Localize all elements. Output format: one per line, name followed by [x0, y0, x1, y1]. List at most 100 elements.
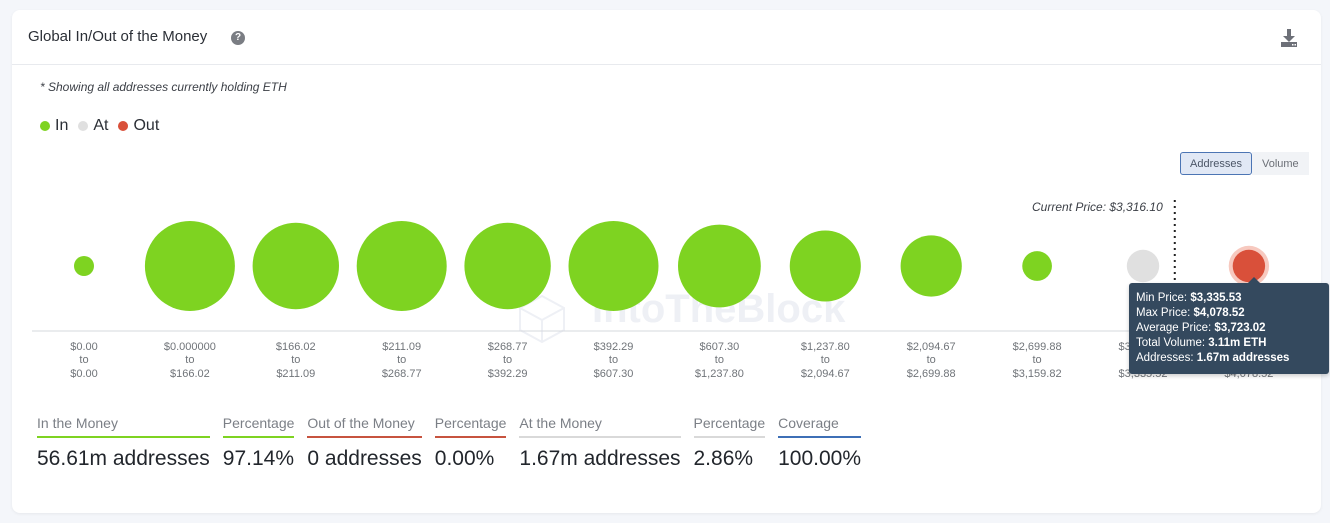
- range-to-word: to: [821, 354, 830, 366]
- bubble-in[interactable]: [74, 256, 94, 276]
- range-from-label: $2,699.88: [1013, 341, 1062, 353]
- holding-note: * Showing all addresses currently holdin…: [40, 80, 287, 94]
- range-to-word: to: [185, 354, 194, 366]
- tooltip-row: Min Price: $3,335.53: [1136, 291, 1322, 306]
- bubble-in[interactable]: [568, 221, 659, 311]
- bubble-in[interactable]: [144, 221, 235, 311]
- question-circle-icon[interactable]: ?: [231, 31, 245, 45]
- bubble-in[interactable]: [1022, 251, 1052, 281]
- bubble-at[interactable]: [1126, 249, 1160, 283]
- tooltip-row: Addresses: 1.67m addresses: [1136, 351, 1322, 366]
- stat-label: Out of the Money: [307, 415, 422, 438]
- download-icon[interactable]: [1280, 28, 1298, 48]
- tooltip-label: Min Price:: [1136, 292, 1191, 304]
- range-to-word: to: [715, 354, 724, 366]
- range-to-word: to: [291, 354, 300, 366]
- range-to-label: $0.00: [70, 368, 98, 380]
- addresses-toggle-button[interactable]: Addresses: [1180, 152, 1252, 175]
- current-price-label: Current Price: $3,316.10: [1032, 200, 1163, 214]
- range-to-word: to: [503, 354, 512, 366]
- range-from-label: $268.77: [488, 341, 528, 353]
- legend-label-at: At: [93, 117, 109, 134]
- tooltip-row: Max Price: $4,078.52: [1136, 306, 1322, 321]
- range-from-label: $211.09: [382, 341, 421, 353]
- bubble-chart: IntoTheBlockCurrent Price: $3,316.10$0.0…: [32, 200, 1312, 380]
- range-to-label: $211.09: [276, 368, 315, 380]
- range-to-word: to: [1033, 354, 1042, 366]
- card-title: Global In/Out of the Money: [28, 28, 208, 45]
- range-to-word: to: [927, 354, 936, 366]
- stat-out-of-the-money: Out of the Money 0 addresses: [307, 415, 422, 471]
- bubble-in[interactable]: [252, 222, 339, 310]
- range-to-word: to: [609, 354, 618, 366]
- stat-label: In the Money: [37, 415, 210, 438]
- range-from-label: $1,237.80: [801, 341, 850, 353]
- stat-value: 0 addresses: [307, 447, 422, 470]
- legend-item-out[interactable]: Out: [118, 117, 159, 135]
- tooltip-value: $3,723.02: [1214, 322, 1266, 334]
- stat-label: Percentage: [693, 415, 766, 438]
- range-to-label: $268.77: [382, 368, 422, 380]
- tooltip-value: $4,078.52: [1193, 307, 1245, 319]
- range-to-label: $607.30: [594, 368, 634, 380]
- metric-toggle: Addresses Volume: [1180, 152, 1309, 175]
- range-to-label: $1,237.80: [695, 368, 744, 380]
- tooltip-row: Average Price: $3,723.02: [1136, 321, 1322, 336]
- stat-value: 97.14%: [222, 447, 295, 470]
- volume-toggle-button[interactable]: Volume: [1251, 152, 1309, 175]
- tooltip-label: Average Price:: [1136, 322, 1215, 334]
- bubble-in[interactable]: [678, 224, 761, 308]
- range-to-word: to: [397, 354, 406, 366]
- range-from-label: $0.000000: [164, 341, 216, 353]
- stat-percentage: Percentage 97.14%: [222, 415, 295, 471]
- bubble-tooltip: Min Price: $3,335.53 Max Price: $4,078.52…: [1129, 277, 1329, 374]
- legend-dot-out: [118, 121, 129, 131]
- range-to-label: $392.29: [488, 368, 528, 380]
- legend-item-at[interactable]: At: [78, 117, 108, 135]
- stat-label: Percentage: [222, 415, 295, 438]
- stat-in-the-money: In the Money 56.61m addresses: [37, 415, 210, 471]
- range-to-label: $2,699.88: [907, 368, 956, 380]
- range-from-label: $607.30: [700, 341, 740, 353]
- stat-value: 100.00%: [778, 447, 862, 470]
- card-header: Global In/Out of the Money ?: [12, 10, 1321, 65]
- bubble-in[interactable]: [789, 230, 861, 302]
- range-from-label: $0.00: [70, 341, 98, 353]
- range-from-label: $2,094.67: [907, 341, 956, 353]
- stat-label: Percentage: [434, 415, 507, 438]
- summary-stats: In the Money 56.61m addresses Percentage 97…: [37, 415, 874, 471]
- range-from-label: $166.02: [276, 341, 316, 353]
- stat-value: 2.86%: [693, 447, 754, 470]
- stat-percentage: Percentage 2.86%: [693, 415, 766, 471]
- tooltip-row: Total Volume: 3.11m ETH: [1136, 336, 1322, 351]
- range-to-label: $3,159.82: [1013, 368, 1062, 380]
- tooltip-value: 1.67m addresses: [1196, 352, 1290, 364]
- tooltip-label: Total Volume:: [1136, 337, 1209, 349]
- bubble-in[interactable]: [464, 222, 551, 310]
- legend-label-out: Out: [133, 117, 160, 134]
- stat-percentage: Percentage 0.00%: [434, 415, 507, 471]
- stat-at-the-money: At the Money 1.67m addresses: [519, 415, 681, 471]
- range-to-label: $166.02: [170, 368, 210, 380]
- legend-dot-at: [78, 121, 89, 131]
- range-to-word: to: [79, 354, 88, 366]
- bubble-in[interactable]: [900, 235, 962, 297]
- stat-value: 1.67m addresses: [519, 447, 681, 470]
- stat-label: Coverage: [778, 415, 862, 438]
- legend-dot-in: [40, 121, 50, 131]
- bubble-in[interactable]: [356, 221, 447, 311]
- range-to-label: $2,094.67: [801, 368, 850, 380]
- stat-value: 0.00%: [434, 447, 495, 470]
- stat-label: At the Money: [519, 415, 681, 438]
- range-from-label: $392.29: [594, 341, 634, 353]
- stat-value: 56.61m addresses: [37, 447, 210, 470]
- stat-coverage: Coverage 100.00%: [778, 415, 862, 471]
- tooltip-value: $3,335.53: [1190, 292, 1242, 304]
- tooltip-value: 3.11m ETH: [1208, 337, 1267, 349]
- legend-label-in: In: [55, 117, 69, 134]
- tooltip-label: Max Price:: [1136, 307, 1194, 319]
- legend-item-in[interactable]: In: [40, 117, 68, 135]
- legend: In At Out: [40, 117, 169, 135]
- in-out-of-money-card: Global In/Out of the Money ? * Showing a…: [12, 10, 1329, 513]
- tooltip-label: Addresses:: [1136, 352, 1197, 364]
